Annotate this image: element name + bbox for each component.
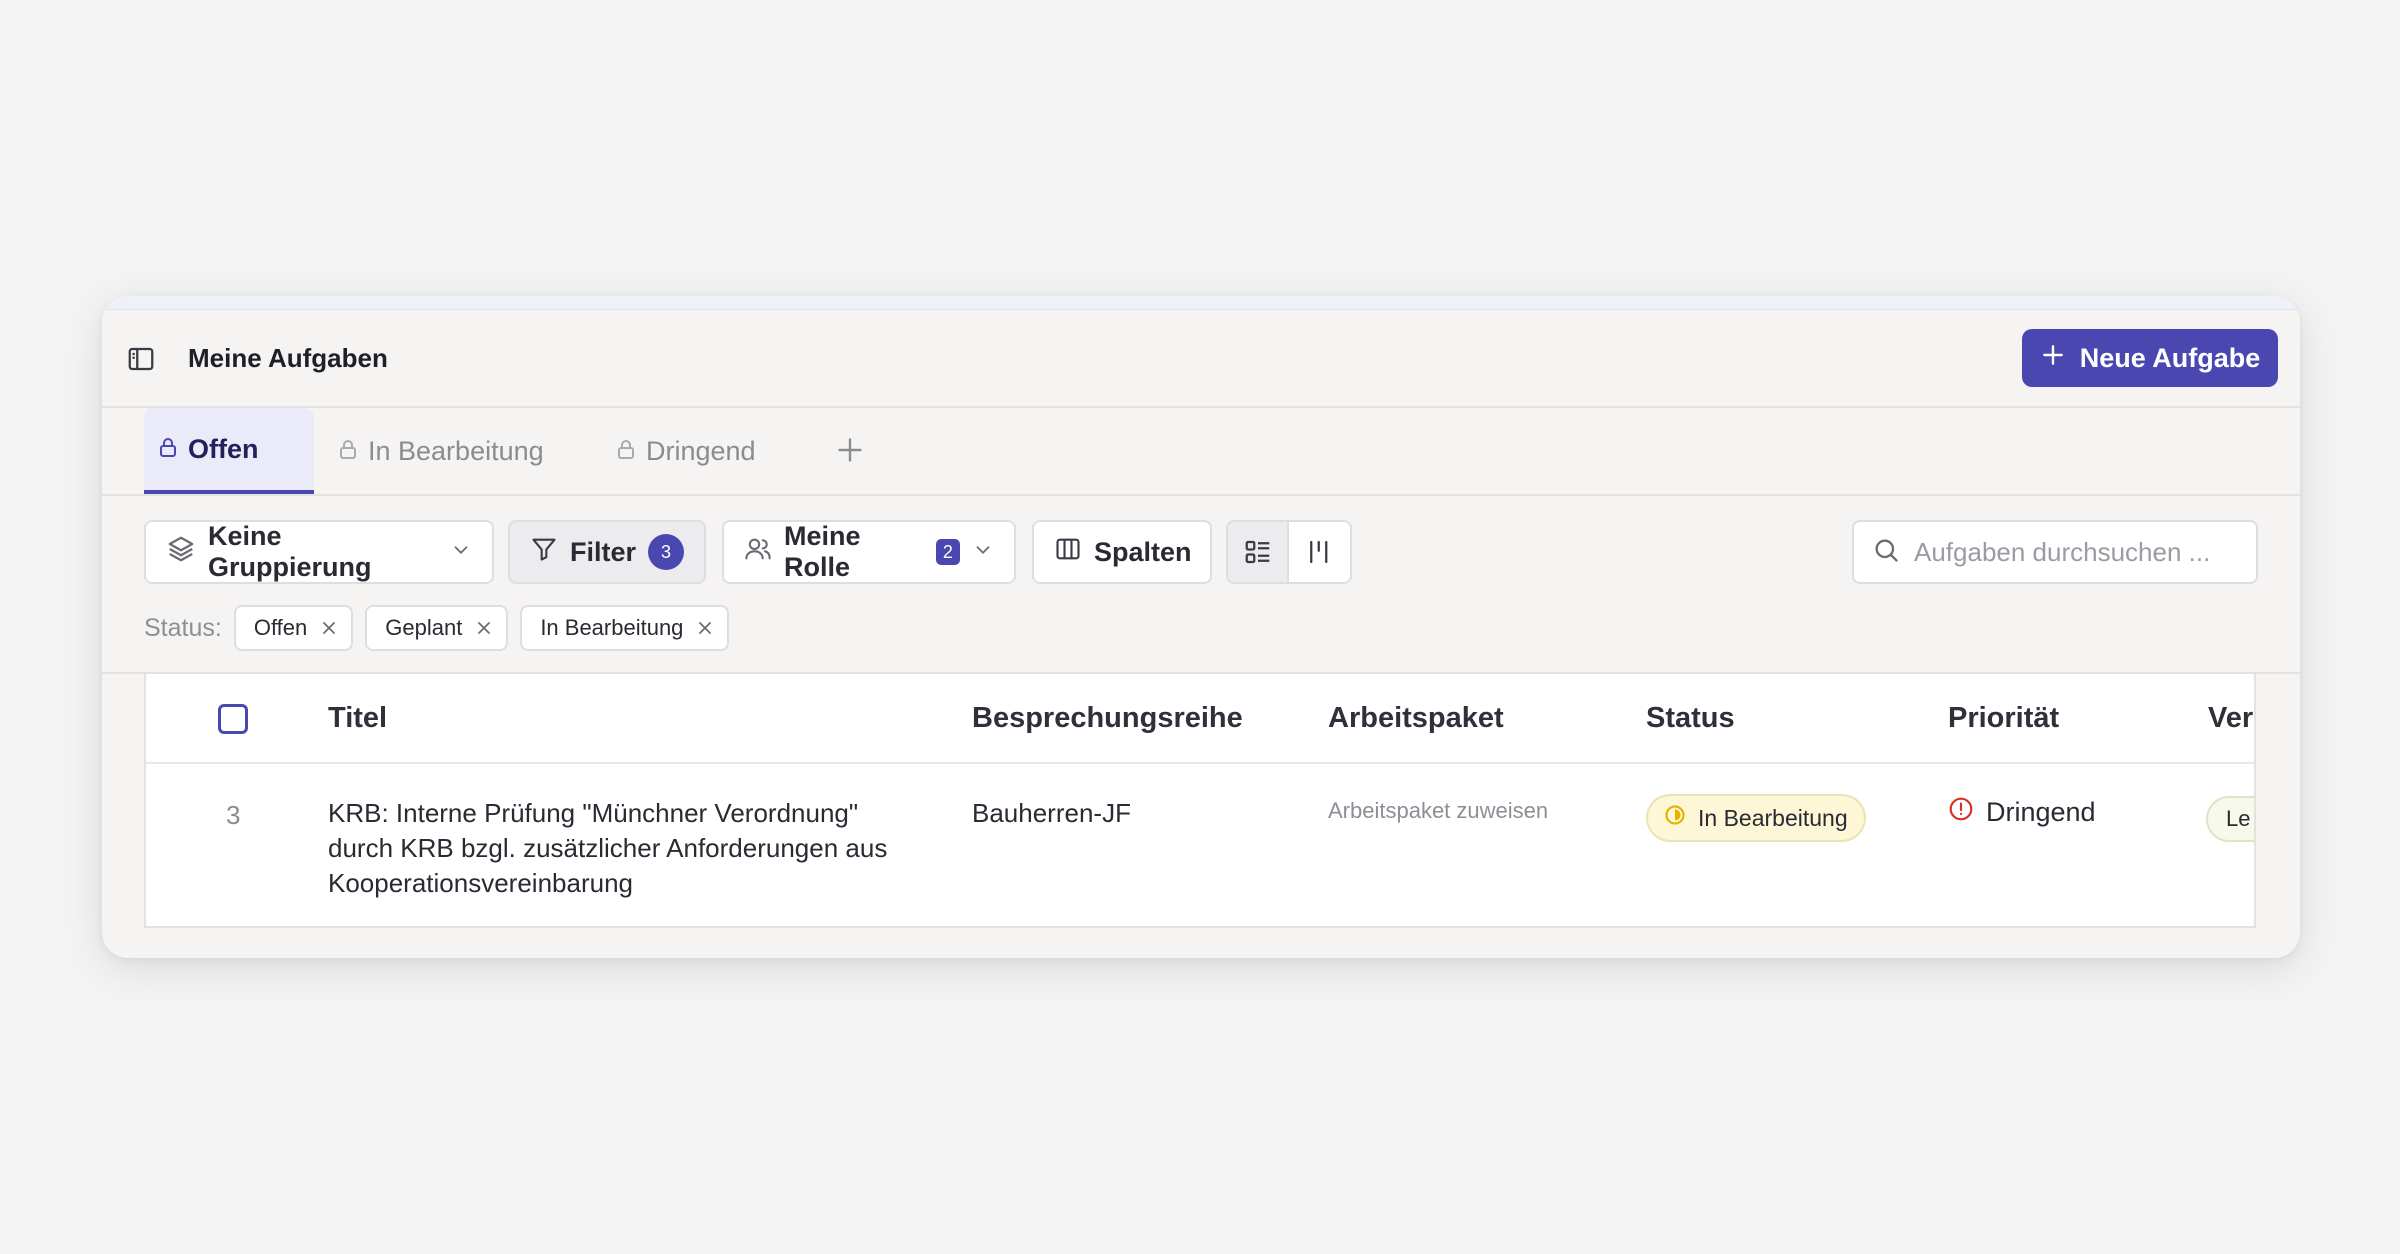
tab-label: Offen bbox=[188, 433, 259, 464]
page-title: Meine Aufgaben bbox=[188, 343, 388, 373]
column-header-besprechungsreihe[interactable]: Besprechungsreihe bbox=[972, 702, 1243, 735]
search-input[interactable] bbox=[1914, 536, 2249, 568]
column-header-status[interactable]: Status bbox=[1646, 702, 1735, 735]
status-chip-offen: Offen bbox=[233, 605, 354, 651]
close-icon[interactable] bbox=[476, 620, 492, 636]
column-header-titel[interactable]: Titel bbox=[328, 702, 387, 735]
chevron-down-icon bbox=[972, 537, 994, 568]
lock-icon bbox=[338, 436, 358, 467]
lock-icon bbox=[158, 434, 178, 465]
column-header-arbeitspaket[interactable]: Arbeitspaket bbox=[1328, 702, 1504, 735]
status-chip-geplant: Geplant bbox=[365, 605, 509, 651]
users-icon bbox=[744, 535, 772, 570]
filter-label: Filter bbox=[570, 536, 637, 567]
row-number: 3 bbox=[226, 800, 241, 830]
chip-label: In Bearbeitung bbox=[540, 615, 684, 640]
table-row[interactable]: 3 KRB: Interne Prüfung "Münchner Verordn… bbox=[146, 766, 2254, 926]
task-window: Meine Aufgaben Neue Aufgabe Offen In Bea… bbox=[102, 296, 2300, 958]
search-box bbox=[1852, 520, 2258, 584]
in-progress-icon bbox=[1664, 804, 1686, 832]
window-top-strip bbox=[102, 296, 2300, 310]
list-view-icon[interactable] bbox=[1228, 522, 1290, 582]
row-title[interactable]: KRB: Interne Prüfung "Münchner Verordnun… bbox=[328, 796, 888, 901]
chip-label: Geplant bbox=[385, 615, 463, 640]
select-all-checkbox[interactable] bbox=[218, 704, 248, 734]
chip-label: Offen bbox=[253, 615, 308, 640]
table-header: Titel Besprechungsreihe Arbeitspaket Sta… bbox=[146, 674, 2254, 764]
tab-label: Dringend bbox=[646, 435, 756, 466]
role-count-badge: 2 bbox=[935, 539, 960, 565]
filter-icon bbox=[530, 535, 558, 570]
close-icon[interactable] bbox=[697, 620, 713, 636]
sidebar-toggle-icon[interactable] bbox=[126, 344, 156, 374]
filter-count-badge: 3 bbox=[648, 534, 684, 570]
board-view-icon[interactable] bbox=[1289, 522, 1350, 582]
tab-in-bearbeitung[interactable]: In Bearbeitung bbox=[338, 408, 544, 494]
status-filter-label: Status: bbox=[144, 613, 222, 642]
layers-icon bbox=[166, 534, 196, 571]
chevron-down-icon bbox=[450, 537, 472, 568]
columns-icon bbox=[1054, 535, 1082, 570]
column-header-prioritaet[interactable]: Priorität bbox=[1948, 702, 2059, 735]
add-tab-icon[interactable] bbox=[832, 432, 868, 468]
new-task-label: Neue Aufgabe bbox=[2079, 342, 2261, 373]
plus-icon bbox=[2040, 342, 2066, 375]
columns-label: Spalten bbox=[1094, 536, 1192, 567]
task-table: Titel Besprechungsreihe Arbeitspaket Sta… bbox=[144, 674, 2256, 928]
ver-badge[interactable]: Le bbox=[2206, 796, 2254, 842]
view-toggle bbox=[1226, 520, 1352, 584]
row-meeting-series: Bauherren-JF bbox=[972, 798, 1131, 828]
column-header-ver[interactable]: Ver bbox=[2208, 702, 2253, 735]
status-chip-in-bearbeitung: In Bearbeitung bbox=[520, 605, 730, 651]
grouping-label: Keine Gruppierung bbox=[208, 521, 372, 582]
priority-label: Dringend bbox=[1986, 797, 2096, 827]
role-dropdown[interactable]: Meine Rolle 2 bbox=[722, 520, 1016, 584]
status-label: In Bearbeitung bbox=[1698, 804, 1848, 831]
toolbar: Keine Gruppierung Filter 3 Meine Rolle 2 bbox=[102, 496, 2300, 674]
assign-work-package-link[interactable]: Arbeitspaket zuweisen bbox=[1328, 798, 1548, 824]
status-filter-row: Status: Offen Geplant In Bearbeitung bbox=[144, 604, 730, 652]
grouping-dropdown[interactable]: Keine Gruppierung bbox=[144, 520, 494, 584]
tab-label: In Bearbeitung bbox=[368, 435, 544, 466]
page-header: Meine Aufgaben Neue Aufgabe bbox=[102, 310, 2300, 408]
close-icon[interactable] bbox=[321, 620, 337, 636]
tab-dringend[interactable]: Dringend bbox=[616, 408, 756, 494]
filter-button[interactable]: Filter 3 bbox=[508, 520, 706, 584]
columns-button[interactable]: Spalten bbox=[1032, 520, 1212, 584]
status-badge[interactable]: In Bearbeitung bbox=[1646, 794, 1866, 842]
priority-cell[interactable]: Dringend bbox=[1948, 796, 2096, 829]
alert-circle-icon bbox=[1948, 796, 1974, 829]
tab-bar: Offen In Bearbeitung Dringend bbox=[102, 408, 2300, 496]
role-label: Meine Rolle bbox=[784, 521, 861, 582]
search-icon bbox=[1872, 536, 1900, 569]
tab-offen[interactable]: Offen bbox=[144, 408, 314, 494]
lock-icon bbox=[616, 436, 636, 467]
new-task-button[interactable]: Neue Aufgabe bbox=[2022, 329, 2278, 387]
